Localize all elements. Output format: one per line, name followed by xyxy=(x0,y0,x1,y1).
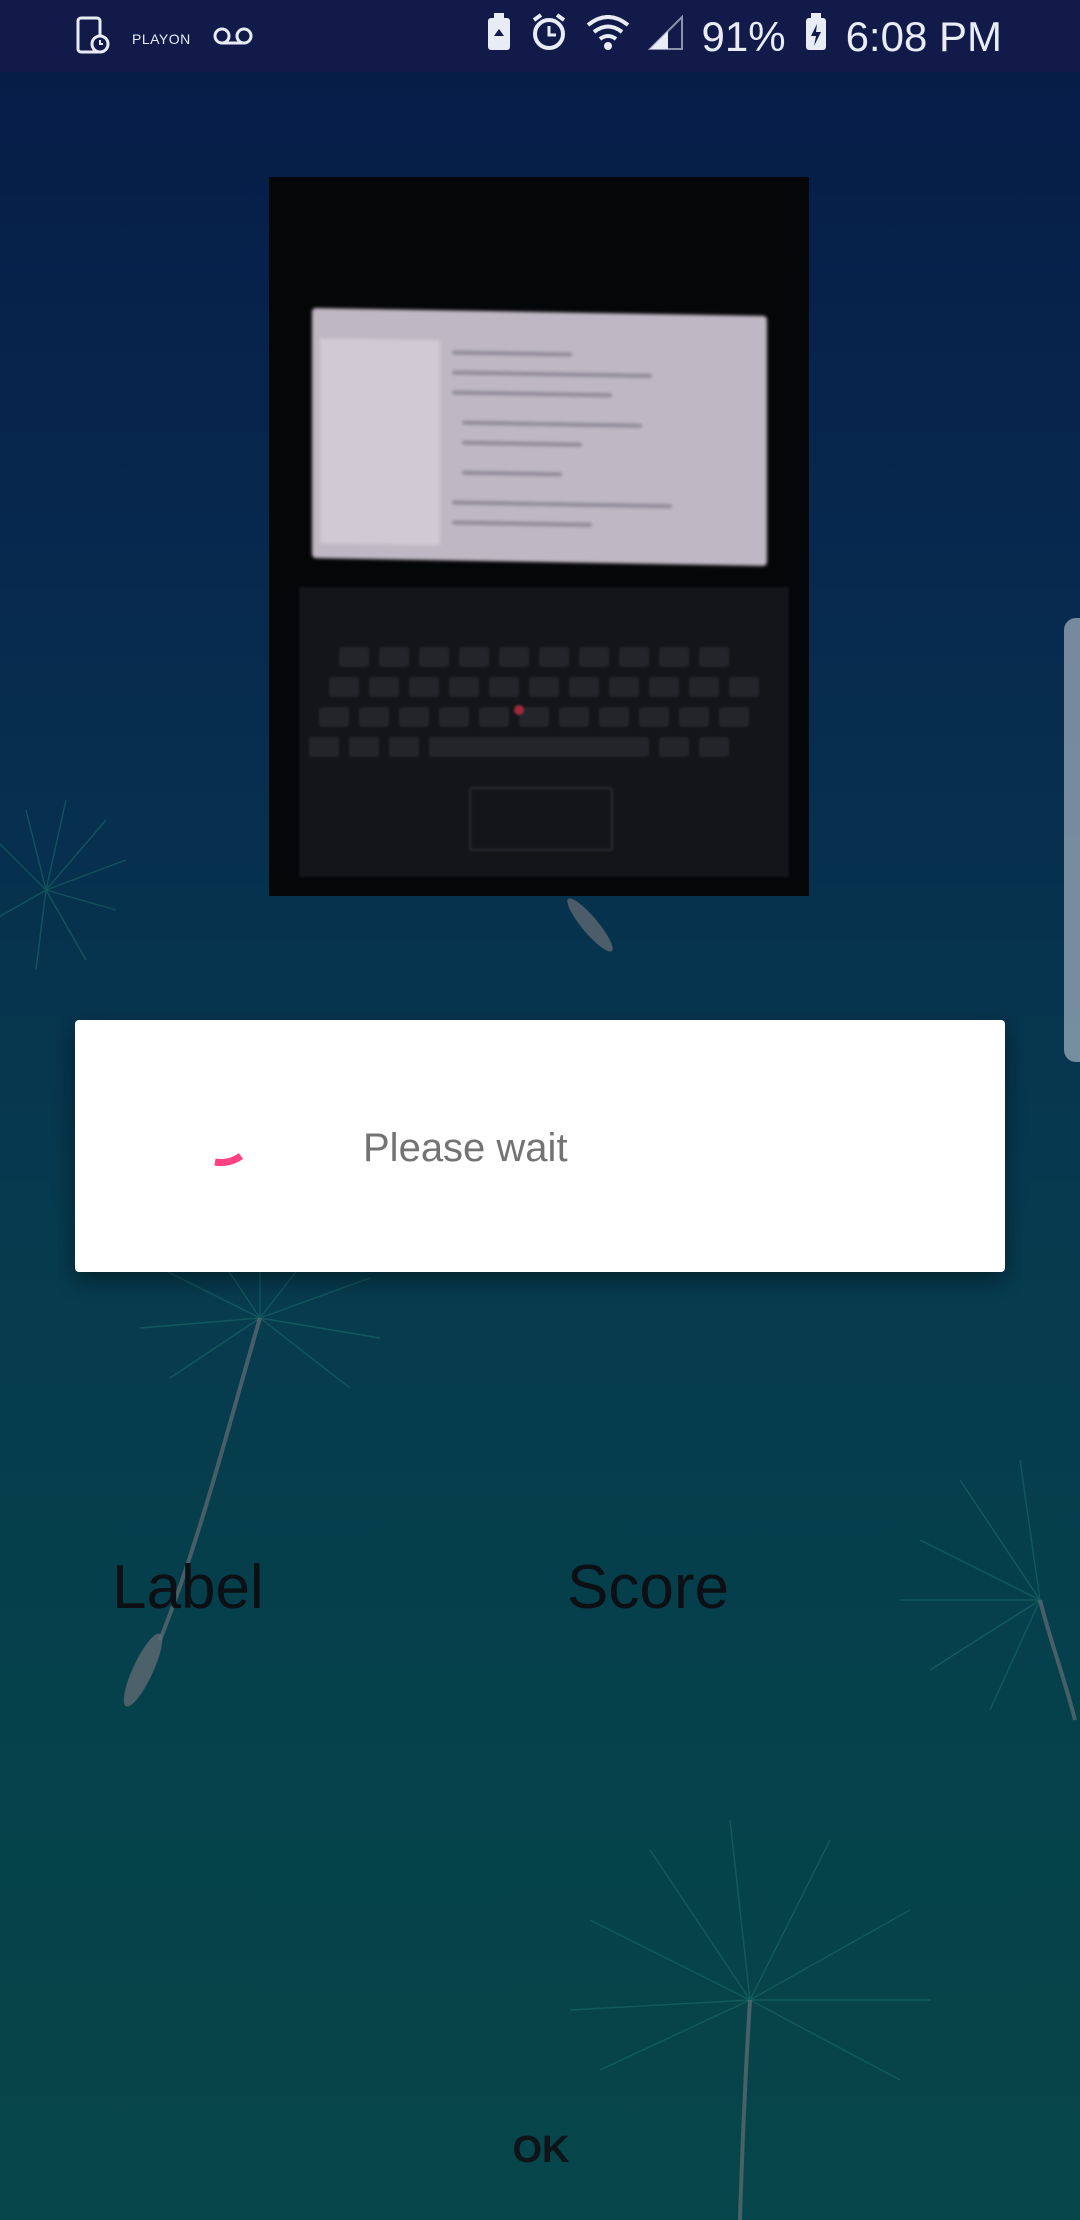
loading-spinner-icon xyxy=(214,1153,244,1166)
battery-saver-icon xyxy=(486,12,512,62)
progress-dialog: Please wait xyxy=(75,1020,1005,1272)
battery-charging-icon xyxy=(804,12,828,62)
alarm-icon xyxy=(530,12,568,62)
ok-button[interactable]: OK xyxy=(486,2118,596,2182)
score-heading: Score xyxy=(567,1553,729,1622)
battery-percent: 91% xyxy=(701,13,786,60)
playon-icon: PLAYON xyxy=(132,30,191,47)
signal-icon xyxy=(647,13,684,61)
wifi-icon xyxy=(586,13,630,61)
laptop-screen-image xyxy=(312,308,767,566)
clock: 6:08 PM xyxy=(845,13,1002,60)
captured-photo xyxy=(269,177,809,896)
status-bar: PLAYON 91% 6:08 PM xyxy=(0,0,1080,72)
label-heading: Label xyxy=(112,1553,264,1622)
edge-panel-handle[interactable] xyxy=(1064,618,1080,1062)
dialog-message: Please wait xyxy=(363,1126,568,1170)
laptop-keyboard-image xyxy=(299,587,789,877)
screen-time-icon xyxy=(76,16,110,61)
voicemail-icon xyxy=(213,25,253,52)
